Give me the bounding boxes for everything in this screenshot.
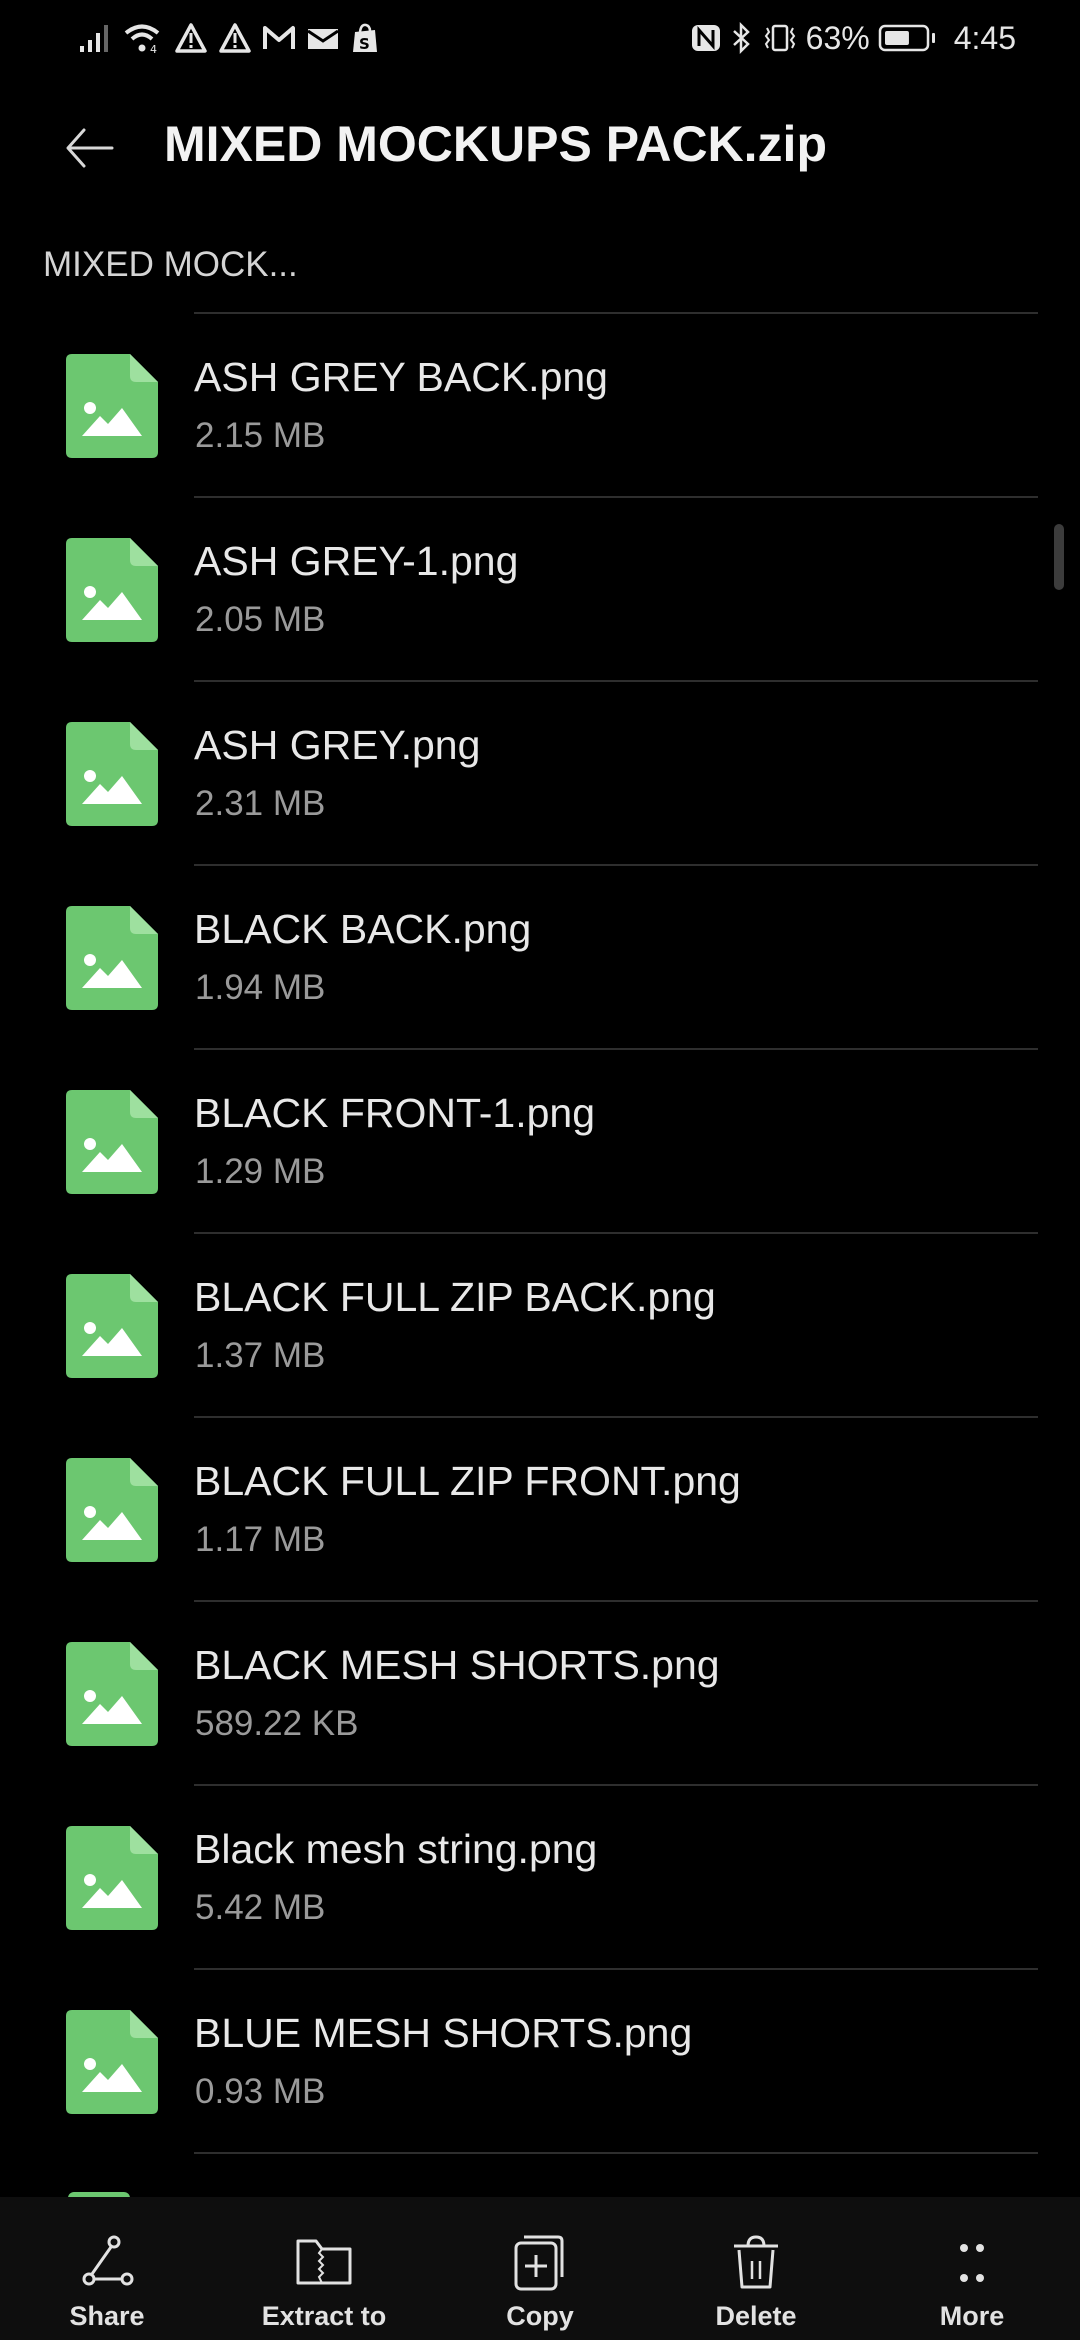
- file-list-item[interactable]: BLUE MESH SHORTS.png 0.93 MB: [0, 1968, 1040, 2152]
- status-left-icons: 4 S: [78, 18, 380, 58]
- file-name: BLACK BACK.png: [194, 906, 532, 952]
- copy-icon: [514, 2235, 564, 2291]
- wifi-icon: 4: [124, 24, 160, 54]
- gmail-icon: [263, 26, 295, 49]
- share-button[interactable]: Share: [17, 2197, 197, 2340]
- delete-button[interactable]: Delete: [666, 2197, 846, 2340]
- image-file-icon: [66, 1458, 158, 1562]
- file-size: 1.94 MB: [195, 968, 326, 1007]
- file-size: 589.22 KB: [195, 1704, 359, 1743]
- file-list-item[interactable]: Black mesh string.png 5.42 MB: [0, 1784, 1040, 1968]
- image-file-icon: [66, 1642, 158, 1746]
- clock: 4:45: [953, 19, 1016, 56]
- file-list-item[interactable]: BLACK FULL ZIP FRONT.png 1.17 MB: [0, 1416, 1040, 1600]
- image-file-icon: [66, 1274, 158, 1378]
- nfc-icon: [691, 25, 720, 51]
- share-icon: [82, 2235, 134, 2286]
- file-size: 2.31 MB: [195, 784, 326, 823]
- shopify-icon: S: [353, 23, 377, 53]
- vibrate-icon: [764, 24, 795, 52]
- mail-icon: [307, 29, 339, 49]
- file-name: BLUE MESH SHORTS.png: [194, 2010, 693, 2056]
- bluetooth-icon: [732, 22, 750, 54]
- file-name: ASH GREY BACK.png: [194, 354, 608, 400]
- file-name: BLACK FULL ZIP BACK.png: [194, 1274, 716, 1320]
- file-name: BLACK FRONT-1.png: [194, 1090, 596, 1136]
- extract-to-button[interactable]: Extract to: [234, 2197, 414, 2340]
- back-button[interactable]: [62, 120, 118, 176]
- signal-icon: [80, 25, 108, 52]
- svg-text:4: 4: [150, 43, 157, 54]
- more-label: More: [939, 2301, 1005, 2331]
- file-size: 2.05 MB: [195, 600, 326, 639]
- delete-label: Delete: [715, 2301, 797, 2331]
- svg-text:S: S: [359, 35, 370, 53]
- image-file-icon: [66, 906, 158, 1010]
- trash-icon: [734, 2235, 778, 2289]
- extract-to-label: Extract to: [261, 2301, 387, 2331]
- image-file-icon: [66, 2010, 158, 2114]
- image-file-icon: [66, 722, 158, 826]
- file-size: 1.29 MB: [195, 1152, 326, 1191]
- file-size: 1.17 MB: [195, 1520, 326, 1559]
- more-button[interactable]: More: [882, 2197, 1062, 2340]
- share-label: Share: [69, 2301, 145, 2331]
- more-dots-icon: [960, 2244, 984, 2282]
- image-file-icon: [66, 354, 158, 458]
- battery-icon: [878, 24, 935, 52]
- image-file-icon: [66, 1826, 158, 1930]
- file-size: 0.93 MB: [195, 2072, 326, 2111]
- warning-icon: [175, 23, 207, 53]
- file-list-item[interactable]: ASH GREY.png 2.31 MB: [0, 680, 1040, 864]
- battery-percent: 63%: [805, 19, 870, 56]
- file-list-item[interactable]: BLACK FRONT-1.png 1.29 MB: [0, 1048, 1040, 1232]
- file-list-item[interactable]: ASH GREY BACK.png 2.15 MB: [0, 312, 1040, 496]
- image-file-icon: [66, 1090, 158, 1194]
- file-name: BLACK MESH SHORTS.png: [194, 1642, 720, 1688]
- status-right-icons: 63% 4:45: [690, 18, 1016, 58]
- file-list-item[interactable]: BLACK MESH SHORTS.png 589.22 KB: [0, 1600, 1040, 1784]
- warning-icon: [219, 23, 251, 53]
- page-title: MIXED MOCKUPS PACK.zip: [164, 116, 827, 172]
- breadcrumb[interactable]: MIXED MOCK...: [43, 245, 298, 285]
- list-divider: [194, 2152, 1038, 2154]
- file-size: 1.37 MB: [195, 1336, 326, 1375]
- copy-button[interactable]: Copy: [450, 2197, 630, 2340]
- file-size: 2.15 MB: [195, 416, 326, 455]
- file-name: BLACK FULL ZIP FRONT.png: [194, 1458, 741, 1504]
- file-name: Black mesh string.png: [194, 1826, 598, 1872]
- file-name: ASH GREY-1.png: [194, 538, 519, 584]
- status-bar: 4 S 63% 4:45: [0, 0, 1080, 76]
- arrow-left-icon: [66, 128, 114, 168]
- scrollbar[interactable]: [1054, 524, 1064, 590]
- file-list-item[interactable]: ASH GREY-1.png 2.05 MB: [0, 496, 1040, 680]
- file-list-item[interactable]: BLACK BACK.png 1.94 MB: [0, 864, 1040, 1048]
- extract-folder-icon: [296, 2239, 352, 2285]
- file-list-item[interactable]: BLACK FULL ZIP BACK.png 1.37 MB: [0, 1232, 1040, 1416]
- bottom-action-bar: Share Extract to Copy Delete More: [0, 2197, 1080, 2340]
- file-size: 5.42 MB: [195, 1888, 326, 1927]
- copy-label: Copy: [506, 2301, 574, 2331]
- image-file-icon: [66, 538, 158, 642]
- file-name: ASH GREY.png: [194, 722, 481, 768]
